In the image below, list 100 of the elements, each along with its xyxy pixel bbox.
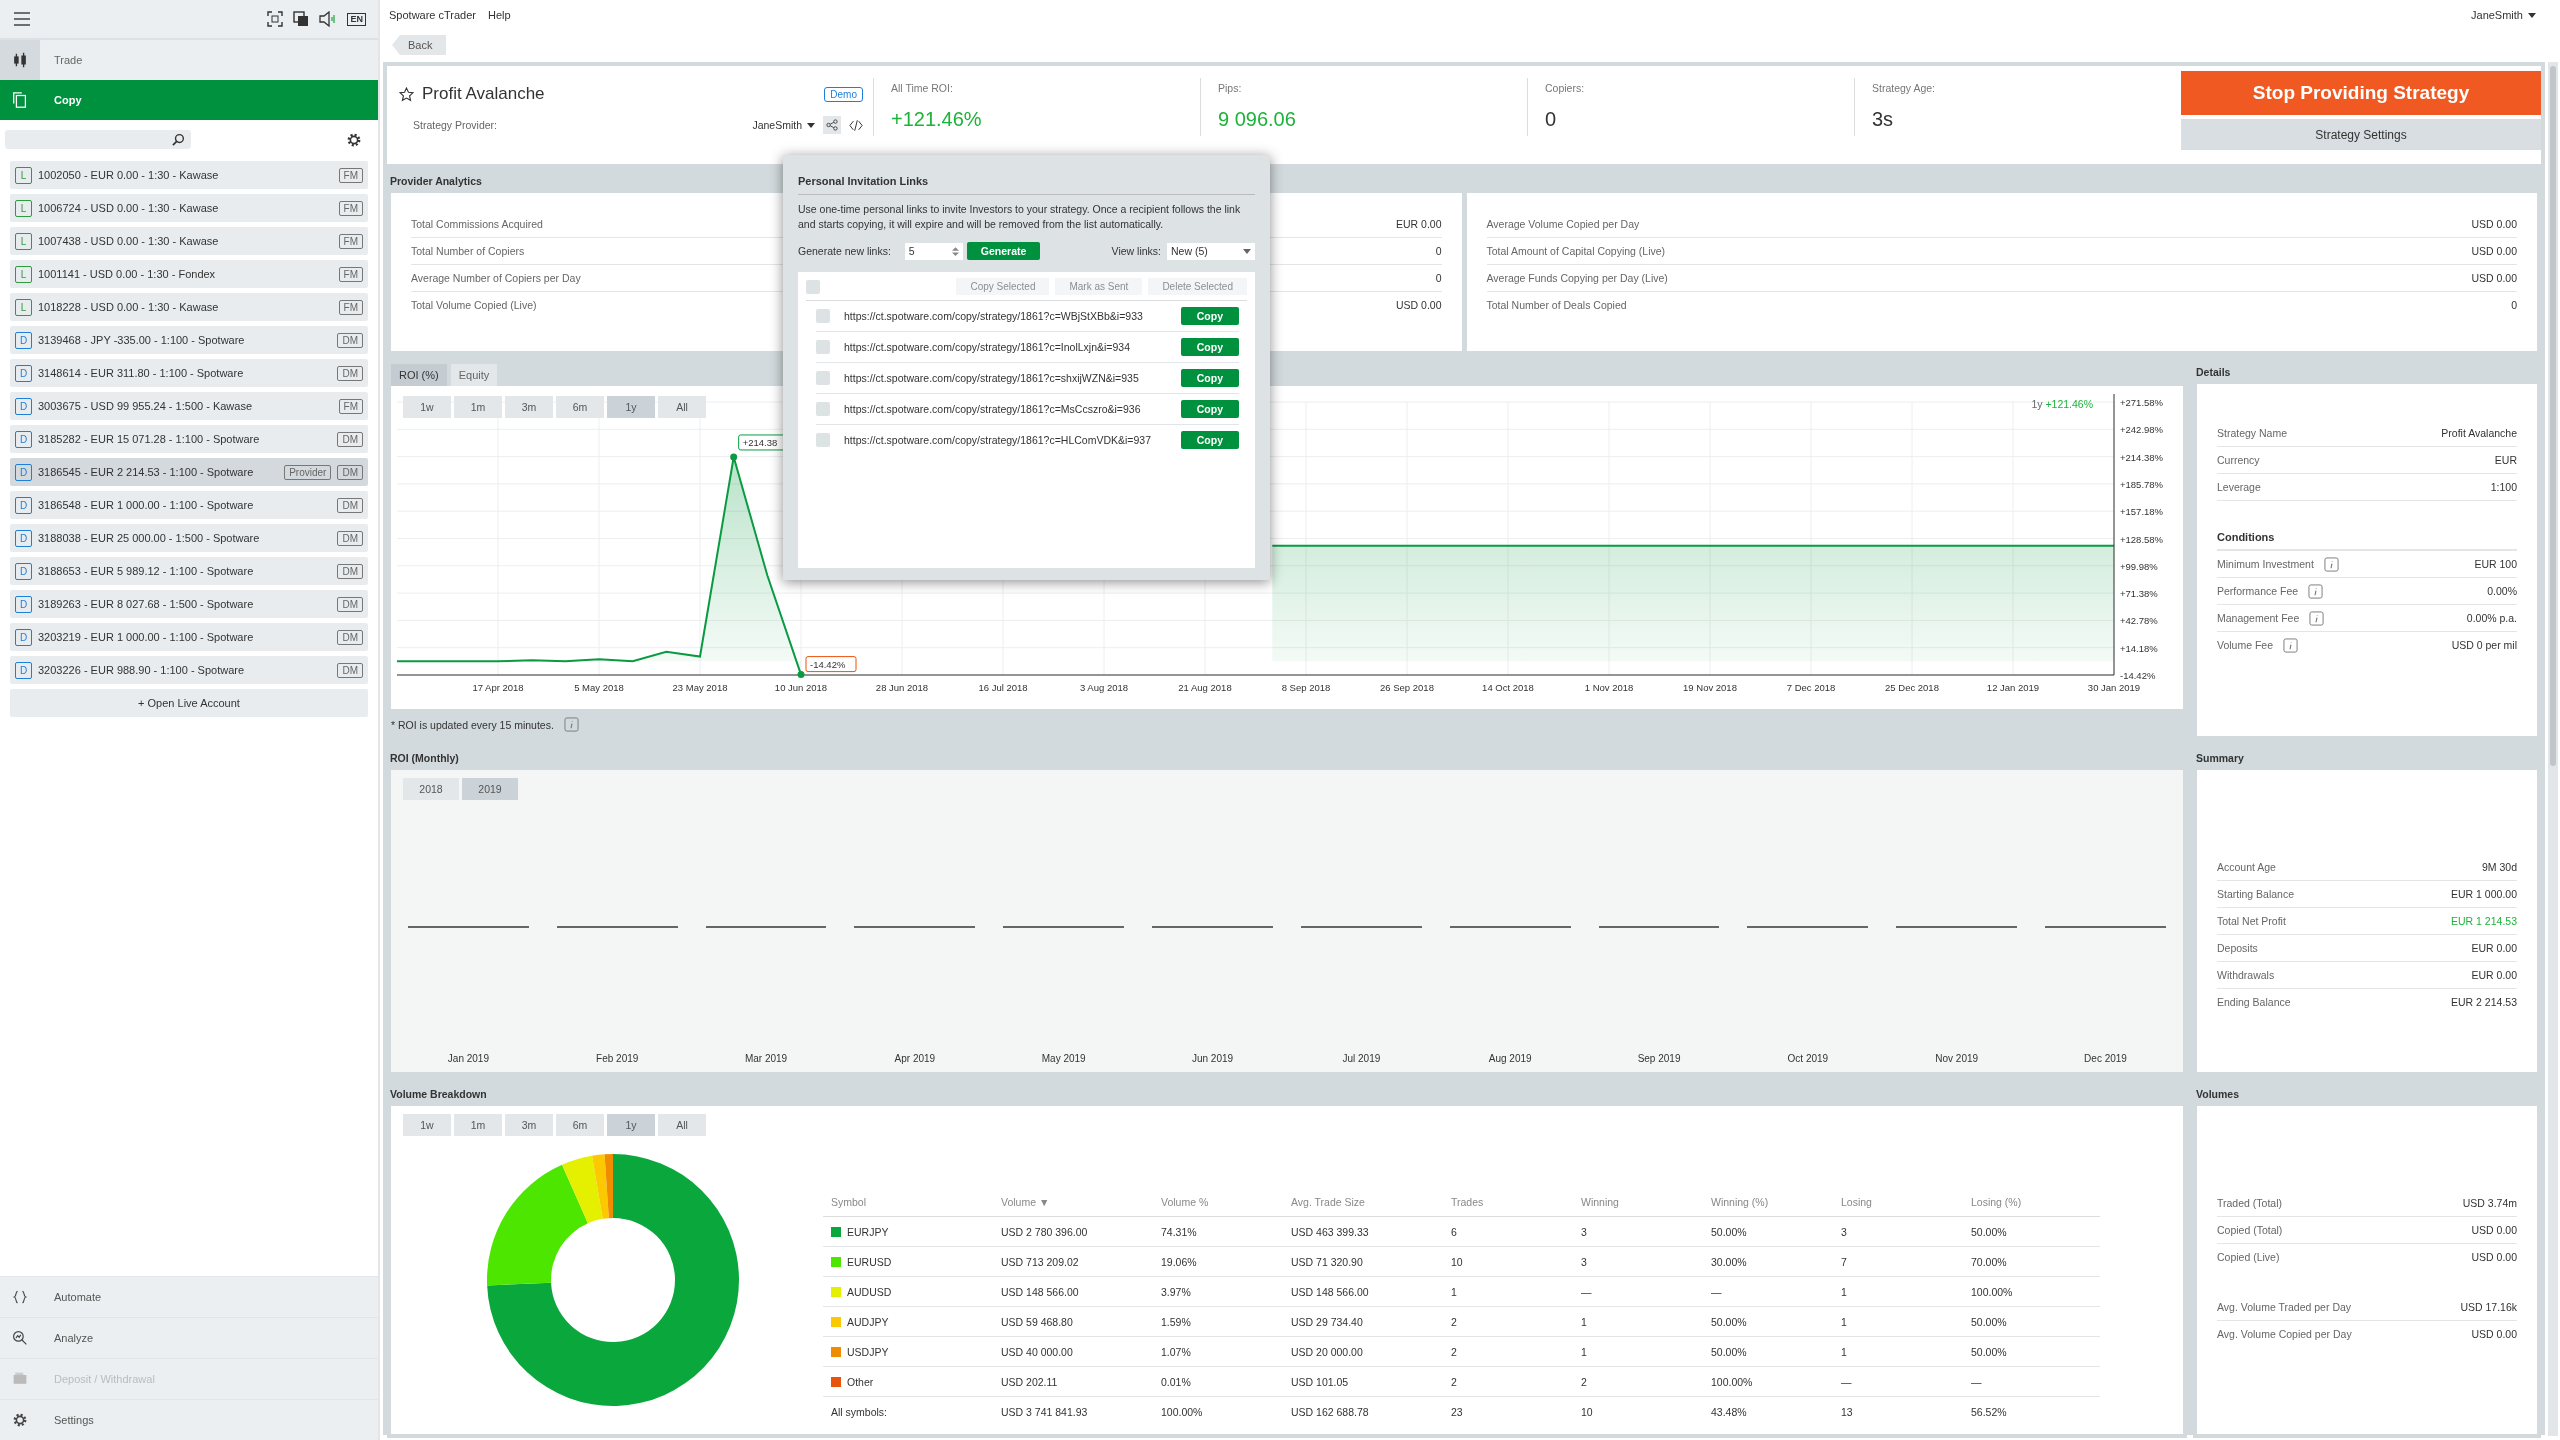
copy-link-button[interactable]: Copy [1180,431,1239,449]
year-tab[interactable]: 2019 [462,778,518,800]
account-tag: DM [337,332,363,348]
column-header[interactable]: Symbol [823,1188,1000,1217]
account-item[interactable]: D 3203226 - EUR 988.90 - 1:100 - Spotware DM [10,656,368,684]
nav-item[interactable]: Automate [0,1276,378,1317]
column-header[interactable]: Losing [1840,1188,1970,1217]
range-button[interactable]: 3m [505,1114,553,1136]
stat-value: +121.46% [891,108,983,131]
range-button[interactable]: 3m [505,396,553,418]
view-links-dropdown[interactable]: New (5) [1167,242,1255,260]
range-button[interactable]: All [658,396,706,418]
range-button[interactable]: All [658,1114,706,1136]
open-live-account-button[interactable]: + Open Live Account [10,689,368,717]
account-type-badge: D [15,595,32,613]
language-button[interactable]: EN [347,12,366,26]
range-button[interactable]: 1m [454,396,502,418]
x-tick-label: 7 Dec 2018 [1786,682,1836,693]
month-label: May 2019 [1040,1053,1087,1064]
account-item[interactable]: D 3188653 - EUR 5 989.12 - 1:100 - Spotware DM [10,557,368,585]
volume-value: USD 3.74m [2462,1197,2517,1209]
account-type-badge: D [15,661,32,679]
y-tick-label: +242.98% [2120,424,2164,436]
range-button[interactable]: 1y [607,396,655,418]
range-button[interactable]: 1m [454,1114,502,1136]
account-item[interactable]: D 3148614 - EUR 311.80 - 1:100 - Spotware DM [10,359,368,387]
account-label: 1018228 - USD 0.00 - 1:30 - Kawase [38,301,220,313]
range-button[interactable]: 6m [556,1114,604,1136]
table-cell: 7 [1841,1255,1847,1268]
copy-link-button[interactable]: Copy [1180,369,1239,387]
account-item[interactable]: D 3003675 - USD 99 955.24 - 1:500 - Kawase FM [10,392,368,420]
range-button[interactable]: 6m [556,396,604,418]
column-header[interactable]: Volume ▼ [1000,1188,1160,1217]
account-label: 3139468 - JPY -335.00 - 1:100 - Spotware [38,334,246,346]
column-header[interactable]: Winning [1580,1188,1710,1217]
x-tick-label: 12 Jan 2019 [1986,682,2040,693]
account-item[interactable]: D 3186545 - EUR 2 214.53 - 1:100 - Spotware Provider DM [10,458,368,486]
stat-label: Strategy Age: [1872,82,1937,94]
provider-dropdown[interactable]: JaneSmith [752,119,815,131]
table-cell: 50.00% [1971,1315,2007,1328]
strategy-settings-button[interactable]: Strategy Settings [2181,119,2541,150]
stop-providing-button[interactable]: Stop Providing Strategy [2181,71,2541,115]
symbol-cell: AUDJPY [847,1315,889,1328]
summary-label: Starting Balance [2217,888,2295,900]
volume-value: USD 0.00 [2471,1224,2517,1236]
table-cell: 0.01% [1161,1375,1191,1388]
account-item[interactable]: D 3189263 - EUR 8 027.68 - 1:500 - Spotware DM [10,590,368,618]
account-type-badge: D [15,562,32,580]
menu-item[interactable]: Spotware cTrader [389,9,477,21]
nav-item[interactable]: Analyze [0,1317,378,1358]
account-item[interactable]: D 3188038 - EUR 25 000.00 - 1:500 - Spotware DM [10,524,368,552]
table-cell: 1 [1841,1315,1847,1328]
table-cell: 2 [1581,1375,1587,1388]
month-label: Jan 2019 [446,1053,490,1064]
generate-button[interactable]: Generate [966,242,1041,260]
volume-label: Copied (Total) [2217,1224,2283,1236]
column-header[interactable]: Avg. Trade Size [1290,1188,1450,1217]
table-cell: 3 [1841,1225,1847,1238]
count-field[interactable]: 5 [904,242,963,260]
back-button[interactable]: Back [392,35,447,55]
detail-value: 1:100 [2490,481,2517,493]
symbol-cell: Other [847,1375,874,1388]
symbol-cell: AUDUSD [847,1285,892,1298]
account-item[interactable]: L 1001141 - USD 0.00 - 1:30 - Fondex FM [10,260,368,288]
chart-tab[interactable]: ROI (%) [391,364,447,386]
column-header[interactable]: Losing (%) [1970,1188,2100,1217]
year-tab[interactable]: 2018 [403,778,459,800]
table-cell: 2 [1451,1315,1457,1328]
detail-label: Minimum Investment [2217,558,2314,570]
symbol-cell: EURUSD [847,1255,892,1268]
chart-tab[interactable]: Equity [450,364,498,386]
copy-link-button[interactable]: Copy [1180,400,1239,418]
account-item[interactable]: D 3186548 - EUR 1 000.00 - 1:100 - Spotware DM [10,491,368,519]
table-cell: 50.00% [1711,1315,1747,1328]
table-cell: USD 713 209.02 [1001,1255,1079,1268]
stat-label: Pips: [1218,82,1243,94]
nav-item[interactable]: Trade [0,40,378,80]
user-menu[interactable]: JaneSmith [2471,9,2536,21]
column-header[interactable]: Winning (%) [1710,1188,1840,1217]
account-item[interactable]: D 3185282 - EUR 15 071.28 - 1:100 - Spotware DM [10,425,368,453]
account-item[interactable]: D 3139468 - JPY -335.00 - 1:100 - Spotware DM [10,326,368,354]
account-item[interactable]: L 1006724 - USD 0.00 - 1:30 - Kawase FM [10,194,368,222]
nav-item[interactable]: Settings [0,1399,378,1440]
nav-item[interactable]: Copy [0,80,378,120]
account-item[interactable]: L 1018228 - USD 0.00 - 1:30 - Kawase FM [10,293,368,321]
column-header[interactable]: Volume % [1160,1188,1290,1217]
copy-link-button[interactable]: Copy [1180,338,1239,356]
month-label: Jun 2019 [1190,1053,1235,1064]
account-item[interactable]: L 1002050 - EUR 0.00 - 1:30 - Kawase FM [10,161,368,189]
range-button[interactable]: 1y [607,1114,655,1136]
account-item[interactable]: L 1007438 - USD 0.00 - 1:30 - Kawase FM [10,227,368,255]
menu-item[interactable]: Help [488,9,511,21]
column-header[interactable]: Trades [1450,1188,1580,1217]
x-tick-label: 28 Jun 2018 [875,682,929,693]
range-button[interactable]: 1w [403,1114,451,1136]
symbol-cell: USDJPY [847,1345,889,1358]
metric-value: 0 [1435,272,1442,284]
copy-link-button[interactable]: Copy [1180,307,1239,325]
account-item[interactable]: D 3203219 - EUR 1 000.00 - 1:100 - Spotware DM [10,623,368,651]
range-button[interactable]: 1w [403,396,451,418]
